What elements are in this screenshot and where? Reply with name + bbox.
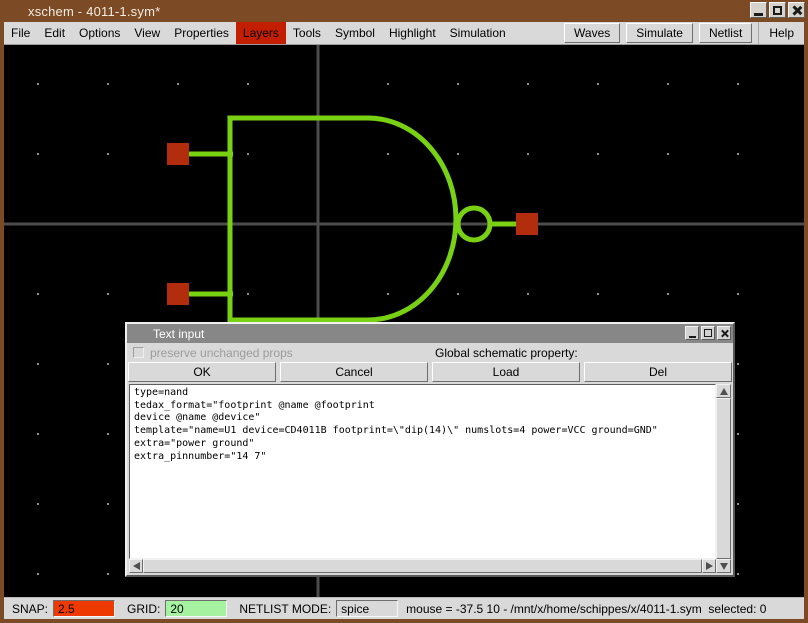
global-property-label: Global schematic property: (435, 346, 578, 360)
menu-tools[interactable]: Tools (286, 22, 328, 44)
minimize-button[interactable] (750, 2, 767, 18)
maximize-icon (773, 6, 782, 15)
menu-options[interactable]: Options (72, 22, 127, 44)
menu-symbol[interactable]: Symbol (328, 22, 382, 44)
snap-label: SNAP: (12, 602, 48, 616)
scroll-right-button[interactable] (702, 559, 716, 573)
menubar: File Edit Options View Properties Layers… (4, 22, 804, 45)
menu-file[interactable]: File (4, 22, 37, 44)
del-button[interactable]: Del (584, 362, 732, 382)
window-controls (750, 2, 805, 18)
xschem-window: xschem - 4011-1.sym* File Edit Options V… (0, 0, 808, 623)
close-icon (720, 329, 729, 338)
menu-highlight[interactable]: Highlight (382, 22, 443, 44)
statusbar: SNAP: 2.5 GRID: 20 NETLIST MODE: spice m… (4, 597, 804, 619)
snap-input[interactable]: 2.5 (53, 600, 115, 617)
menu-edit[interactable]: Edit (37, 22, 72, 44)
property-text: type=nand tedax_format="footprint @name … (134, 387, 715, 463)
dialog-buttons-row: OK Cancel Load Del (127, 362, 733, 382)
grid-label: GRID: (127, 602, 160, 616)
close-button[interactable] (788, 2, 805, 18)
cancel-button[interactable]: Cancel (280, 362, 428, 382)
arrow-right-icon (706, 562, 713, 570)
minimize-icon (754, 13, 763, 16)
close-icon (791, 5, 802, 16)
grid-input[interactable]: 20 (165, 600, 227, 617)
dialog-body: type=nand tedax_format="footprint @name … (129, 384, 731, 573)
menu-simulation[interactable]: Simulation (443, 22, 513, 44)
preserve-props-label: preserve unchanged props (150, 346, 293, 360)
dialog-window-controls (685, 326, 731, 340)
netlist-button[interactable]: Netlist (699, 23, 752, 43)
dialog-titlebar[interactable]: Text input (127, 324, 733, 343)
waves-button[interactable]: Waves (564, 23, 620, 43)
scroll-up-button[interactable] (716, 384, 731, 398)
menu-layers[interactable]: Layers (236, 22, 286, 44)
arrow-down-icon (720, 563, 728, 570)
arrow-left-icon (133, 562, 140, 570)
ok-button[interactable]: OK (128, 362, 276, 382)
scroll-left-button[interactable] (129, 559, 143, 573)
input-b-pin[interactable] (167, 283, 189, 305)
netlist-mode-input[interactable]: spice (336, 600, 398, 617)
menu-help[interactable]: Help (758, 22, 804, 44)
simulate-button[interactable]: Simulate (626, 23, 693, 43)
preserve-props-checkbox[interactable] (133, 347, 144, 358)
load-button[interactable]: Load (432, 362, 580, 382)
vertical-scrollbar-thumb[interactable] (716, 398, 731, 559)
input-a-pin[interactable] (167, 143, 189, 165)
horizontal-scrollbar-thumb[interactable] (143, 559, 702, 573)
window-title: xschem - 4011-1.sym* (28, 4, 160, 19)
dialog-close-button[interactable] (717, 326, 731, 340)
maximize-button[interactable] (769, 2, 786, 18)
menu-view[interactable]: View (127, 22, 167, 44)
horizontal-scrollbar[interactable] (129, 559, 716, 573)
dialog-title: Text input (153, 327, 204, 341)
scroll-down-button[interactable] (716, 559, 731, 573)
maximize-icon (704, 329, 712, 337)
dialog-maximize-button[interactable] (701, 326, 715, 340)
vertical-scrollbar[interactable] (716, 384, 731, 573)
netlist-mode-label: NETLIST MODE: (239, 602, 331, 616)
dialog-minimize-button[interactable] (685, 326, 699, 340)
arrow-up-icon (720, 388, 728, 395)
output-pin[interactable] (516, 213, 538, 235)
dialog-header-row: preserve unchanged props Global schemati… (127, 343, 733, 362)
property-textarea[interactable]: type=nand tedax_format="footprint @name … (129, 384, 716, 559)
text-input-dialog: Text input preserve unchanged props Glob… (125, 322, 735, 577)
menu-properties[interactable]: Properties (167, 22, 236, 44)
mouse-status-text: mouse = -37.5 10 - /mnt/x/home/schippes/… (406, 602, 766, 616)
window-titlebar[interactable]: xschem - 4011-1.sym* (0, 0, 808, 22)
minimize-icon (689, 336, 696, 338)
